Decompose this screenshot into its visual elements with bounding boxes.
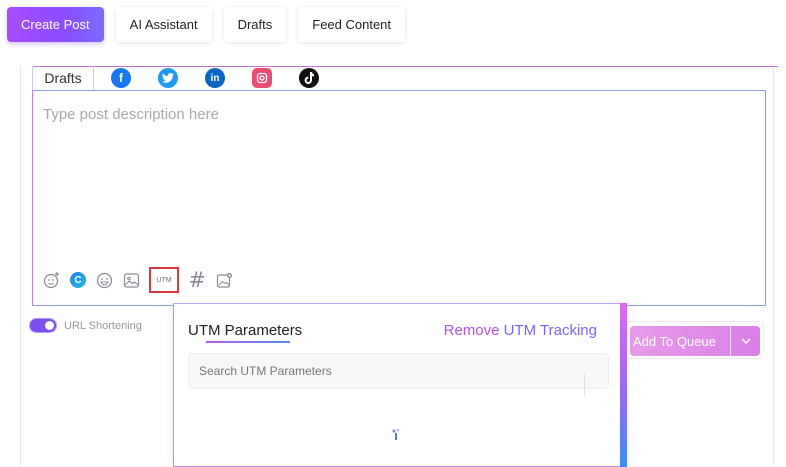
media-library-icon[interactable]: [215, 271, 233, 289]
emoji-icon[interactable]: [95, 271, 113, 289]
hashtag-icon[interactable]: #: [188, 268, 206, 292]
url-shortening-row: URL Shortening: [30, 319, 142, 332]
utm-parameters-panel: UTM Parameters Remove UTM Tracking: [173, 303, 627, 467]
image-icon[interactable]: [122, 271, 140, 289]
add-to-queue-label: Add To Queue: [633, 333, 716, 349]
queue-wrapper: Add To Queue: [620, 321, 764, 359]
toggle-knob: [45, 321, 54, 330]
tab-drafts[interactable]: Drafts: [223, 7, 287, 42]
utm-search-input[interactable]: [188, 353, 609, 389]
facebook-icon[interactable]: f: [111, 68, 131, 88]
url-shortening-label: URL Shortening: [64, 319, 142, 332]
copilot-icon[interactable]: C: [70, 272, 86, 288]
instagram-icon[interactable]: [252, 68, 272, 88]
post-description-placeholder: Type post description here: [43, 106, 219, 123]
utm-icon[interactable]: UTM: [149, 267, 179, 293]
post-editor[interactable]: Type post description here C UTM #: [32, 90, 766, 306]
network-tabs: Drafts f in: [32, 66, 319, 90]
tab-create-post[interactable]: Create Post: [7, 7, 104, 42]
utm-title-underline: [206, 341, 290, 343]
utm-panel-scrollbar[interactable]: [620, 303, 627, 467]
tab-ai-assistant[interactable]: AI Assistant: [115, 7, 212, 42]
network-tab-drafts[interactable]: Drafts: [32, 66, 94, 90]
tiktok-icon[interactable]: [299, 68, 319, 88]
loading-spinner-icon: [391, 427, 403, 444]
twitter-icon[interactable]: [158, 68, 178, 88]
url-shortening-toggle[interactable]: [30, 319, 56, 332]
editor-toolbar: C UTM #: [43, 265, 233, 295]
tab-feed-content[interactable]: Feed Content: [298, 7, 406, 42]
remove-utm-tracking-link[interactable]: Remove UTM Tracking: [444, 322, 597, 339]
top-tabs: Create Post AI Assistant Drafts Feed Con…: [7, 7, 406, 42]
utm-search-divider: [584, 374, 585, 396]
remove-utm-part2: UTM Tracking: [503, 322, 597, 339]
add-to-queue-button[interactable]: Add To Queue: [630, 326, 760, 356]
linkedin-icon[interactable]: in: [205, 68, 225, 88]
utm-panel-title: UTM Parameters: [188, 322, 303, 339]
chevron-down-icon[interactable]: [731, 335, 760, 347]
remove-utm-part1: Remove: [443, 322, 500, 339]
ai-caption-icon[interactable]: [43, 271, 61, 289]
